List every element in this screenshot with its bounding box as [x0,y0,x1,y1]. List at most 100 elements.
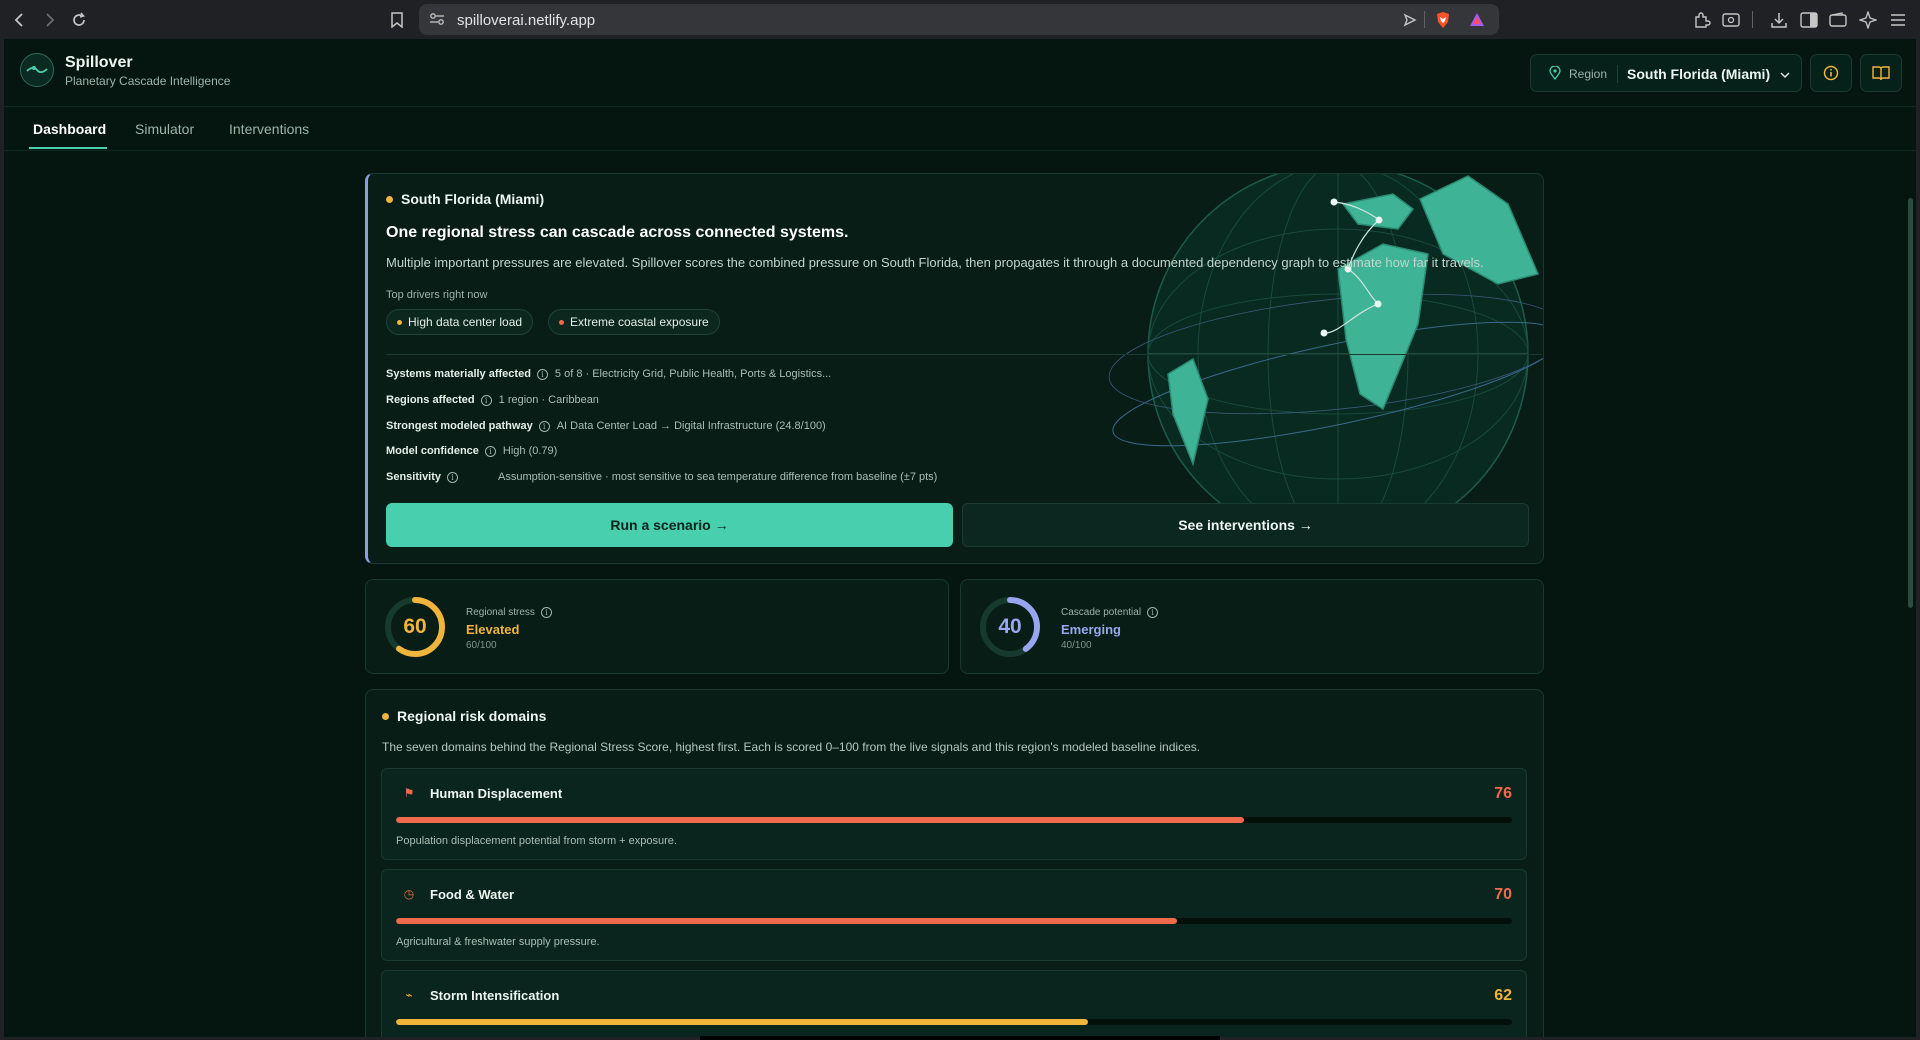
drivers-label: Top drivers right now [386,289,488,301]
hero-card: South Florida (Miami) One regional stres… [365,173,1544,564]
domain-score-fill [396,817,1245,823]
risk-domains-title: Regional risk domains [382,708,546,724]
bookmark-icon [391,12,403,28]
domain-name: Human Displacement [430,786,563,801]
logo[interactable] [20,53,54,87]
active-tab-indicator [29,147,107,149]
region-selector[interactable]: Region South Florida (Miami) [1530,54,1802,92]
regional-stress-card: 60 Regional stress i Elevated 60/100 [365,579,949,674]
arrow-left-icon [14,13,23,27]
info-icon[interactable]: i [484,445,496,457]
domain-card-storm-intensification[interactable]: ⌁ Storm Intensification 62 [381,970,1527,1037]
os-dock-edge [700,1036,1220,1040]
flag-icon: ⚑ [403,786,415,800]
driver-chip-data-center: High data center load [386,309,534,335]
domain-score-fill [396,1019,1088,1025]
domain-score: 76 [1494,785,1512,802]
hero-region-name: South Florida (Miami) [386,191,544,207]
site-settings-icon[interactable] [429,12,445,31]
cascade-potential-value: 40 [998,615,1022,638]
domain-score-bar [396,918,1512,924]
main-tabs: Dashboard Simulator Interventions [4,108,1916,151]
scrollbar-thumb[interactable] [1908,198,1913,608]
chevron-down-icon [1779,67,1791,85]
cascade-potential-label: Cascade potential i [1061,607,1165,618]
bookmark-button[interactable] [385,8,409,32]
sidebar-toggle-icon[interactable] [1798,9,1820,31]
risk-domains-panel: Regional risk domains The seven domains … [365,689,1544,1037]
cascade-potential-card: 40 Cascade potential i Emerging 40/100 [960,579,1544,674]
brave-shield-icon[interactable] [1433,10,1453,30]
regional-stress-label: Regional stress i [466,607,559,618]
divider [386,354,1542,355]
info-strongest-pathway: Strongest modeled pathway i AI Data Center… [386,420,826,432]
domain-card-food-water[interactable]: ◷ Food & Water 70 Agricultural & freshwa… [381,869,1527,961]
domain-score-bar [396,817,1512,823]
risk-domains-description: The seven domains behind the Regional St… [382,740,1201,754]
app-window: Spillover Planetary Cascade Intelligence… [4,39,1916,1037]
status-dot [382,712,389,720]
wind-icon: ⌁ [405,988,413,1002]
domain-score-fill [396,918,1178,924]
info-sensitivity: Sensitivity i Assumption-sensitive · most … [386,471,938,483]
url-text[interactable]: spilloverai.netlify.app [457,12,595,29]
docs-button[interactable] [1860,54,1902,92]
reload-button[interactable] [67,8,91,32]
region-label: Region [1569,67,1608,81]
info-icon[interactable]: i [540,607,552,618]
status-dot [386,195,393,203]
domain-description: Population displacement potential from s… [396,835,677,847]
chip-dot [559,319,564,325]
info-icon[interactable]: i [480,394,492,406]
domain-name: Food & Water [430,887,515,902]
domain-card-human-displacement[interactable]: ⚑ Human Displacement 76 Population displ… [381,768,1527,860]
extensions-icon[interactable] [1691,9,1713,31]
hero-headline: One regional stress can cascade across c… [386,224,849,241]
tab-simulator[interactable]: Simulator [135,121,194,137]
info-systems-affected: Systems materially affected i 5 of 8 · Ele… [386,368,832,380]
address-bar[interactable]: spilloverai.netlify.app [419,4,1499,35]
cascade-potential-fraction: 40/100 [1061,640,1092,651]
chip-dot [397,319,402,325]
about-button[interactable] [1810,54,1852,92]
leo-ai-icon[interactable] [1857,9,1879,31]
driver-chip-coastal: Extreme coastal exposure [548,309,720,335]
tab-interventions[interactable]: Interventions [229,121,309,137]
region-value: South Florida (Miami) [1627,66,1771,82]
regional-stress-fraction: 60/100 [466,640,497,651]
app-tagline: Planetary Cascade Intelligence [65,74,231,88]
clock-icon: ◷ [403,887,415,901]
domain-score: 62 [1494,987,1512,1004]
info-icon[interactable]: i [447,471,459,483]
see-interventions-button[interactable]: See interventions → [962,503,1529,547]
run-scenario-button[interactable]: Run a scenario → [386,503,953,547]
share-icon[interactable] [1400,10,1420,30]
back-button[interactable] [8,8,32,32]
domain-name: Storm Intensification [430,988,560,1003]
regional-stress-value: 60 [403,615,427,638]
screenshot-icon[interactable] [1720,9,1742,31]
forward-button[interactable] [37,8,61,32]
downloads-icon[interactable] [1768,9,1790,31]
wallet-icon[interactable] [1827,9,1849,31]
regional-stress-level: Elevated [466,622,520,637]
app-header: Spillover Planetary Cascade Intelligence… [4,39,1916,107]
brave-rewards-icon[interactable] [1467,10,1487,30]
menu-icon[interactable] [1887,9,1909,31]
info-regions-affected: Regions affected i 1 region · Caribbean [386,394,599,406]
info-icon[interactable]: i [538,420,550,432]
info-icon[interactable]: i [1147,607,1159,618]
app-name: Spillover [65,54,133,71]
info-model-confidence: Model confidence i High (0.79) [386,445,558,457]
page-scrollbar[interactable] [1907,156,1914,1036]
cascade-potential-level: Emerging [1061,622,1121,637]
spillover-logo-icon [26,66,48,74]
info-icon[interactable]: i [536,368,548,380]
browser-toolbar: spilloverai.netlify.app [0,0,1920,39]
info-icon [1823,65,1839,81]
domain-score-bar [396,1019,1512,1025]
arrow-right-icon [46,13,55,27]
hero-description: Multiple important pressures are elevate… [386,255,1484,270]
tab-dashboard[interactable]: Dashboard [33,121,106,137]
domain-score: 70 [1494,886,1512,903]
